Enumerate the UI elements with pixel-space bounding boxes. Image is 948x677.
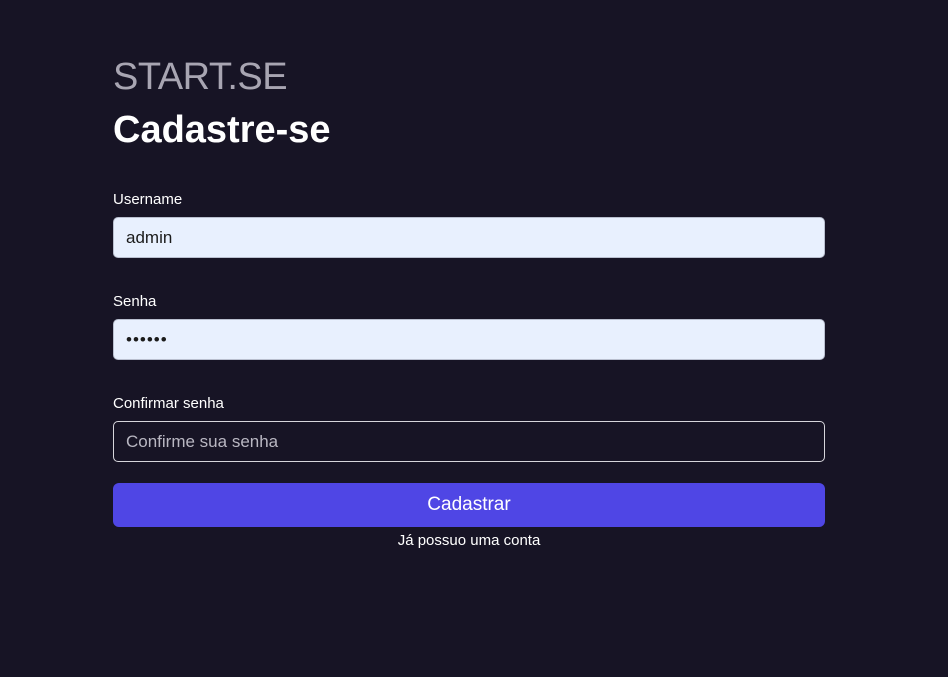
login-link[interactable]: Já possuo uma conta <box>113 531 825 551</box>
brand-logo-text: START.SE <box>113 56 288 98</box>
signup-form: Username Senha Confirmar senha Cadastrar… <box>113 190 825 551</box>
username-input[interactable] <box>113 217 825 258</box>
signup-submit-button[interactable]: Cadastrar <box>113 483 825 527</box>
username-label: Username <box>113 191 183 208</box>
password-input[interactable] <box>113 319 825 360</box>
confirm-password-input[interactable] <box>113 421 825 462</box>
page-title: Cadastre-se <box>113 109 331 151</box>
signup-form-container: START.SE Cadastre-se Username Senha Conf… <box>113 56 825 551</box>
confirm-password-label: Confirmar senha <box>113 395 224 412</box>
password-label: Senha <box>113 293 157 310</box>
